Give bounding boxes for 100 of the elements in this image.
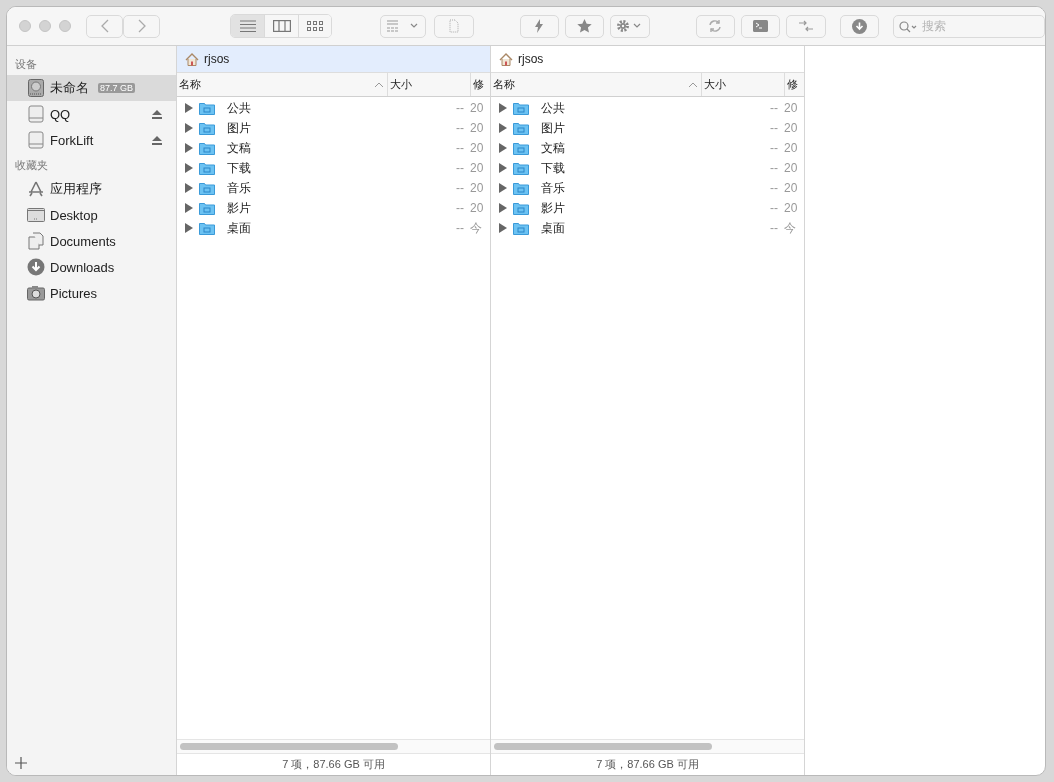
file-size: --: [455, 141, 465, 155]
path-label: rjsos: [518, 52, 544, 66]
sidebar-item-label: 未命名: [50, 79, 89, 97]
file-name: 桌面: [227, 219, 251, 237]
folder-icon: [513, 101, 529, 115]
columns-icon: [272, 20, 291, 32]
sort-ascending-icon: [375, 82, 383, 87]
status-text: 7 项，87.66 GB 可用: [281, 757, 386, 772]
file-name: 公共: [227, 99, 251, 117]
modified-date: 20: [470, 181, 485, 195]
favorite-button[interactable]: [565, 14, 605, 38]
documents-icon: [27, 232, 45, 250]
home-icon: [499, 52, 513, 66]
search-field[interactable]: 搜索: [893, 14, 1045, 38]
column-header[interactable]: 名称: [177, 73, 387, 96]
modified-date: 20: [470, 161, 485, 175]
list-icon: [239, 20, 256, 32]
settings-menu-button[interactable]: [610, 14, 650, 38]
column-header[interactable]: 修: [470, 73, 490, 96]
icon-view-button[interactable]: [297, 15, 332, 37]
file-name: 桌面: [541, 219, 565, 237]
status-text: 7 项，87.66 GB 可用: [595, 757, 700, 772]
sidebar-item[interactable]: Desktop: [7, 202, 176, 228]
folder-icon: [199, 181, 215, 195]
folder-icon: [199, 141, 215, 155]
file-name: 下载: [227, 159, 251, 177]
modified-date: 20: [784, 181, 799, 195]
folder-icon: [513, 181, 529, 195]
sidebar-item-label: 应用程序: [50, 180, 102, 198]
sidebar-section-title: 设备: [14, 57, 38, 72]
download-icon: [27, 258, 45, 276]
file-size: --: [455, 121, 465, 135]
eject-icon[interactable]: [152, 109, 162, 119]
sidebar-item-label: Pictures: [50, 285, 97, 301]
column-header[interactable]: 大小: [701, 73, 784, 96]
sidebar-item[interactable]: Pictures: [7, 280, 176, 306]
modified-date: 20: [470, 201, 485, 215]
drive-icon: [27, 105, 45, 123]
chevron-left-icon: [99, 19, 110, 33]
file-size: --: [769, 141, 779, 155]
folder-icon: [199, 201, 215, 215]
file-size: --: [769, 161, 779, 175]
sidebar-item-label: Downloads: [50, 259, 115, 275]
sidebar-item[interactable]: Downloads: [7, 254, 176, 280]
terminal-button[interactable]: [741, 14, 781, 38]
file-size: --: [455, 161, 465, 175]
column-header[interactable]: 大小: [387, 73, 470, 96]
modified-date: 今: [784, 219, 797, 237]
sidebar-item-label: QQ: [50, 106, 71, 122]
modified-date: 20: [470, 141, 485, 155]
sync-icon: [708, 19, 723, 33]
add-button[interactable]: [15, 757, 27, 769]
file-name: 图片: [541, 119, 565, 137]
eject-icon[interactable]: [152, 135, 162, 145]
file-size: --: [769, 181, 779, 195]
modified-date: 20: [784, 161, 799, 175]
sidebar-item[interactable]: 未命名 87.7 GB: [7, 75, 176, 101]
file-size: --: [455, 201, 465, 215]
file-name: 下载: [541, 159, 565, 177]
sidebar-item-label: Documents: [50, 233, 116, 249]
lightning-button[interactable]: [519, 14, 560, 38]
capacity-badge: 87.7 GB: [98, 83, 136, 93]
folder-icon: [199, 161, 215, 175]
modified-date: 20: [470, 101, 485, 115]
file-size: --: [455, 221, 465, 235]
modified-date: 20: [784, 121, 799, 135]
view-mode-control[interactable]: [230, 14, 333, 38]
folder-icon: [199, 101, 215, 115]
file-name: 音乐: [541, 179, 565, 197]
modified-date: 今: [470, 219, 483, 237]
file-size: --: [769, 221, 779, 235]
sidebar-item-label: ForkLift: [50, 132, 94, 148]
sidebar-item[interactable]: 应用程序: [7, 176, 176, 202]
folder-icon: [513, 141, 529, 155]
modified-date: 20: [784, 101, 799, 115]
download-icon: [851, 18, 867, 34]
scrollbar-thumb[interactable]: [494, 743, 712, 750]
folder-icon: [513, 121, 529, 135]
file-size: --: [455, 181, 465, 195]
column-header[interactable]: 修: [784, 73, 804, 96]
column-header[interactable]: 名称: [491, 73, 701, 96]
file-name: 音乐: [227, 179, 251, 197]
download-button[interactable]: [839, 14, 879, 38]
sidebar-item[interactable]: Documents: [7, 228, 176, 254]
file-name: 文稿: [541, 139, 565, 157]
folder-icon: [513, 201, 529, 215]
list-view-button[interactable]: [231, 15, 265, 37]
scrollbar-thumb[interactable]: [180, 743, 398, 750]
file-size: --: [769, 201, 779, 215]
drive-icon: [27, 131, 45, 149]
modified-date: 20: [784, 201, 799, 215]
terminal-icon: [753, 20, 769, 32]
file-name: 文稿: [227, 139, 251, 157]
modified-date: 20: [784, 141, 799, 155]
camera-icon: [27, 284, 45, 302]
new-file-icon: [449, 19, 460, 33]
sidebar-item[interactable]: QQ: [7, 101, 176, 127]
file-size: --: [769, 101, 779, 115]
sort-ascending-icon: [689, 82, 697, 87]
sidebar-item[interactable]: ForkLift: [7, 127, 176, 153]
